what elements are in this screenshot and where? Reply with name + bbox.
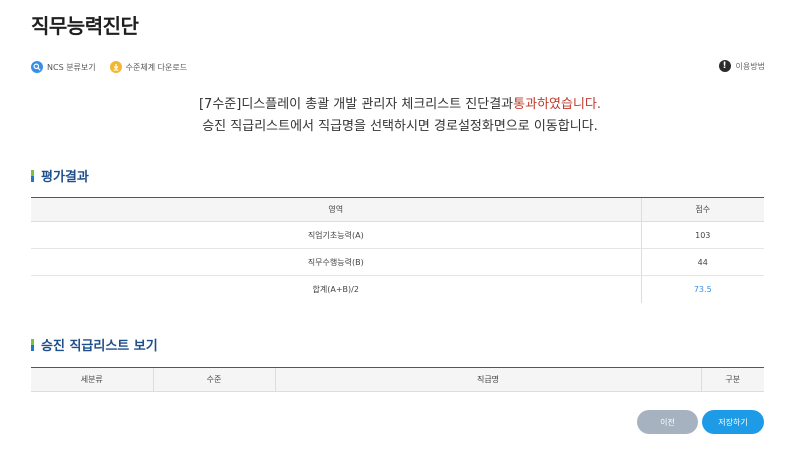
area-cell: 직무수행능력(B) [31, 248, 641, 276]
score-cell: 44 [640, 248, 764, 276]
area-header: 영역 [31, 197, 641, 222]
help-link[interactable]: ! 이용방법 [718, 60, 765, 72]
page-title: 직무능력진단 [31, 14, 139, 38]
ncs-classification-label: NCS 분류보기 [47, 62, 96, 72]
table-row: 직무수행능력(B) 44 [31, 248, 764, 276]
level-system-download-link[interactable]: 수준체계 다운로드 [109, 61, 188, 73]
result-pass-status: 통과하였습니다. [513, 97, 602, 112]
help-label: 이용방법 [735, 61, 765, 71]
table-row: 합계(A+B)/2 73.5 [31, 275, 764, 303]
level-system-download-label: 수준체계 다운로드 [125, 62, 188, 72]
position-header: 직급명 [274, 367, 701, 392]
promotion-heading: 승진 직급리스트 보기 [31, 335, 158, 354]
type-header: 구분 [700, 367, 764, 392]
table-row: 직업기초능력(A) 103 [31, 221, 764, 249]
promotion-heading-label: 승진 직급리스트 보기 [41, 339, 158, 354]
result-message: [7수준]디스플레이 총괄 개발 관리자 체크리스트 진단결과통과하였습니다. … [0, 94, 800, 138]
evaluation-heading-label: 평가결과 [41, 170, 89, 185]
area-cell: 합계(A+B)/2 [312, 284, 359, 294]
promotion-table: 세분류 수준 직급명 구분 [31, 367, 764, 392]
result-line-1: [7수준]디스플레이 총괄 개발 관리자 체크리스트 진단결과통과하였습니다. [0, 94, 800, 116]
result-line-2: 승진 직급리스트에서 직급명을 선택하시면 경로설정화면으로 이동합니다. [202, 119, 598, 134]
promotion-header-row: 세분류 수준 직급명 구분 [31, 367, 764, 392]
evaluation-header-row: 영역 점수 [31, 197, 764, 222]
prev-button[interactable]: 이전 [637, 410, 698, 434]
score-header: 점수 [640, 197, 764, 222]
section-bar-icon [31, 169, 34, 182]
evaluation-heading: 평가결과 [31, 166, 89, 185]
level-header: 수준 [152, 367, 275, 392]
area-cell: 직업기초능력(A) [31, 221, 641, 249]
toolbar: NCS 분류보기 수준체계 다운로드 [31, 60, 201, 74]
info-icon: ! [718, 60, 731, 72]
evaluation-table: 영역 점수 직업기초능력(A) 103 직무수행능력(B) 44 합계(A+B)… [31, 197, 764, 303]
score-cell: 103 [640, 221, 764, 249]
total-score-cell: 73.5 [640, 275, 764, 303]
download-icon [109, 61, 122, 73]
save-button[interactable]: 저장하기 [702, 410, 764, 434]
subcategory-header: 세분류 [31, 367, 153, 392]
section-bar-icon [31, 338, 34, 351]
result-text: [7수준]디스플레이 총괄 개발 관리자 체크리스트 진단결과 [198, 97, 514, 112]
ncs-classification-link[interactable]: NCS 분류보기 [31, 61, 96, 73]
search-icon [31, 61, 43, 73]
